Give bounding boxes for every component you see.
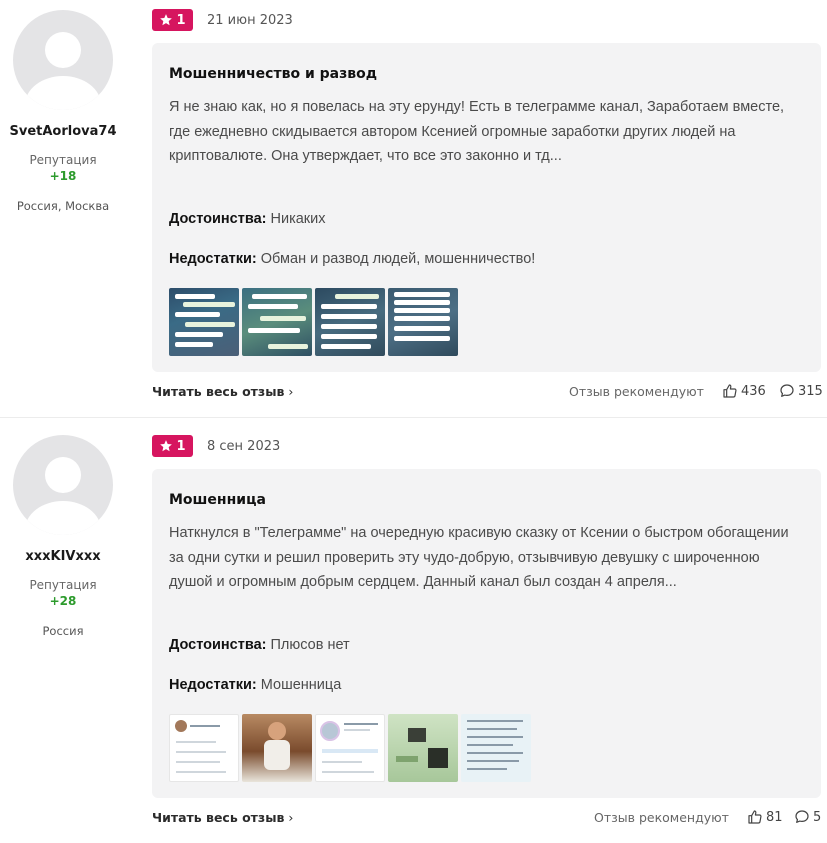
review-text: Я не знаю как, но я повелась на эту ерун…: [169, 99, 785, 164]
read-more-link[interactable]: Читать весь отзыв ›: [152, 810, 293, 825]
likes-count: 81: [766, 809, 783, 825]
chevron-right-icon: ›: [288, 384, 294, 399]
review-cons: Недостатки: Мошенница: [169, 677, 341, 693]
author-block: SvetAorlova74 Репутация +18 Россия, Моск…: [0, 10, 126, 213]
read-more-label: Читать весь отзыв: [152, 384, 285, 399]
likes-button[interactable]: 81: [747, 809, 783, 825]
review-image[interactable]: [242, 288, 312, 356]
read-more-link[interactable]: Читать весь отзыв ›: [152, 384, 293, 399]
review-image[interactable]: [242, 714, 312, 782]
review-pros: Достоинства: Плюсов нет: [169, 637, 350, 653]
rating-badge: 1: [152, 435, 193, 457]
pros-label: Достоинства:: [169, 211, 267, 227]
chevron-right-icon: ›: [288, 810, 294, 825]
reputation-value: +18: [49, 169, 77, 183]
review-footer: Читать весь отзыв › Отзыв рекомендуют 81 …: [152, 810, 821, 830]
avatar[interactable]: [13, 435, 113, 535]
review-image[interactable]: [169, 714, 239, 782]
review-title[interactable]: Мошенница: [169, 492, 266, 508]
review-date: 8 сен 2023: [207, 439, 281, 454]
review-image[interactable]: [315, 714, 385, 782]
pros-label: Достоинства:: [169, 637, 267, 653]
recommend-label: Отзыв рекомендуют: [594, 810, 729, 825]
star-icon: [160, 14, 173, 26]
review-text: Наткнулся в "Телеграмме" на очередную кр…: [169, 525, 789, 590]
reputation-label: Репутация: [29, 578, 97, 592]
review-images: [169, 288, 458, 356]
read-more-label: Читать весь отзыв: [152, 810, 285, 825]
star-icon: [160, 440, 173, 452]
review-card: Мошенница Наткнулся в "Телеграмме" на оч…: [152, 469, 821, 798]
comments-button[interactable]: 315: [779, 383, 823, 399]
review-images: [169, 714, 531, 782]
review-image[interactable]: [461, 714, 531, 782]
likes-button[interactable]: 436: [722, 383, 766, 399]
review-image[interactable]: [388, 288, 458, 356]
comment-icon: [780, 384, 794, 397]
cons-text: Обман и развод людей, мошенничество!: [260, 251, 536, 267]
review-item: xxxKIVxxx Репутация +28 Россия 1 8 сен 2…: [0, 417, 827, 843]
thumbs-up-icon: [748, 810, 762, 824]
comments-count: 315: [798, 383, 823, 399]
author-username[interactable]: xxxKIVxxx: [0, 549, 126, 564]
review-card: Мошенничество и развод Я не знаю как, но…: [152, 43, 821, 372]
recommend-label: Отзыв рекомендуют: [569, 384, 704, 399]
review-image[interactable]: [315, 288, 385, 356]
author-block: xxxKIVxxx Репутация +28 Россия: [0, 435, 126, 638]
cons-label: Недостатки:: [169, 251, 257, 267]
cons-text: Мошенница: [260, 677, 342, 693]
comments-count: 5: [813, 809, 822, 825]
cons-label: Недостатки:: [169, 677, 257, 693]
reputation-value: +28: [49, 594, 77, 608]
comments-button[interactable]: 5: [794, 809, 821, 825]
reputation-label: Репутация: [29, 153, 97, 167]
author-location: Россия, Москва: [16, 199, 110, 213]
review-footer: Читать весь отзыв › Отзыв рекомендуют 436…: [152, 383, 823, 404]
review-cons: Недостатки: Обман и развод людей, мошенн…: [169, 251, 535, 267]
likes-count: 436: [741, 383, 766, 399]
review-image[interactable]: [169, 288, 239, 356]
author-username[interactable]: SvetAorlova74: [0, 124, 126, 139]
review-item: SvetAorlova74 Репутация +18 Россия, Моск…: [0, 0, 827, 417]
comment-icon: [795, 810, 809, 823]
author-location: Россия: [42, 624, 84, 638]
review-date: 21 июн 2023: [207, 13, 293, 28]
rating-value: 1: [176, 438, 186, 454]
pros-text: Никаких: [270, 211, 326, 227]
review-image[interactable]: [388, 714, 458, 782]
rating-value: 1: [176, 12, 186, 28]
thumbs-up-icon: [723, 384, 737, 398]
pros-text: Плюсов нет: [270, 637, 350, 653]
review-pros: Достоинства: Никаких: [169, 211, 326, 227]
avatar[interactable]: [13, 10, 113, 110]
review-title[interactable]: Мошенничество и развод: [169, 66, 377, 82]
rating-badge: 1: [152, 9, 193, 31]
